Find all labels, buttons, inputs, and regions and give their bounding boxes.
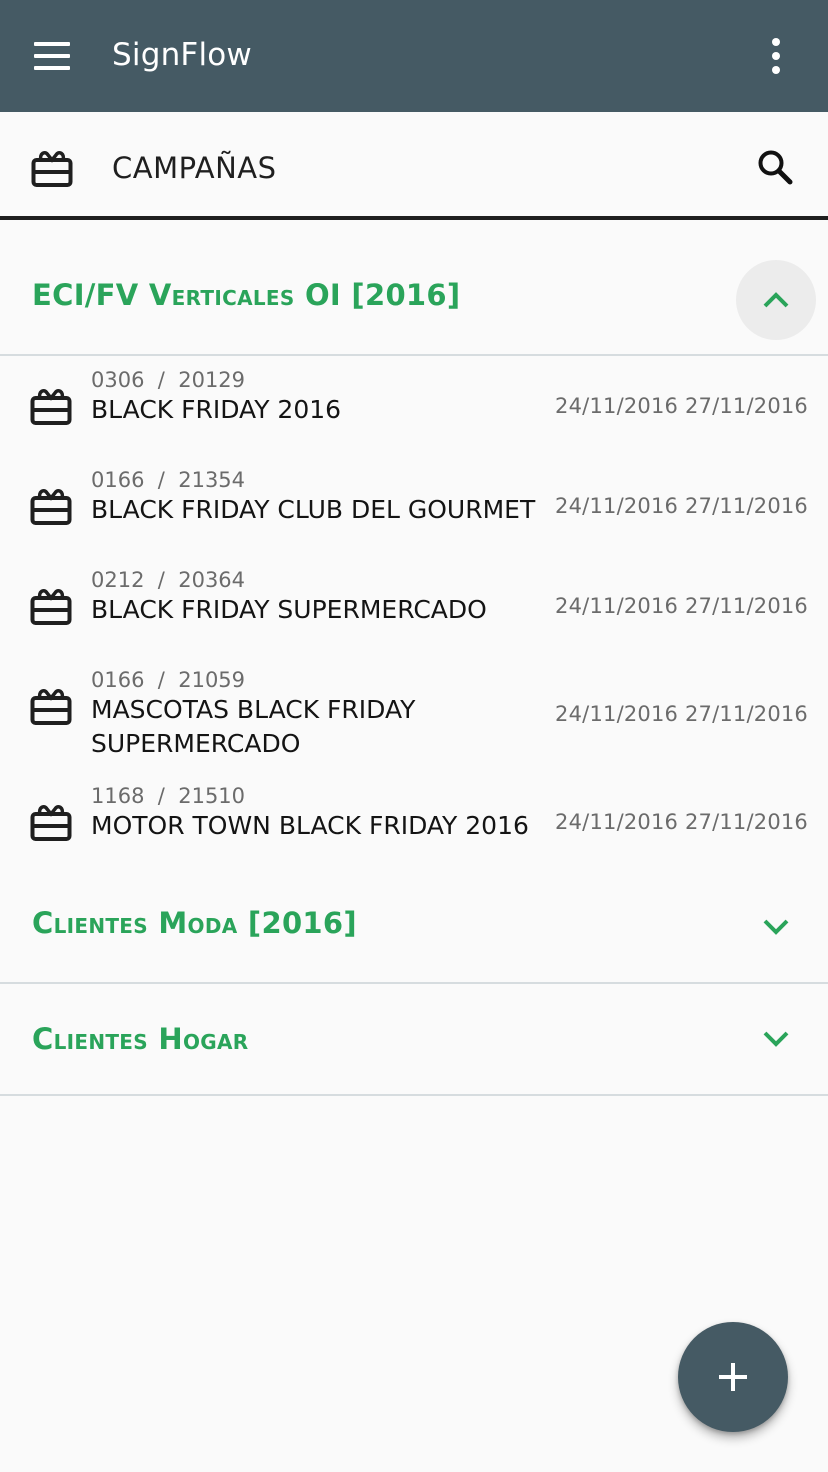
item-code: 0166 / 21059 <box>91 668 246 692</box>
item-code: 0166 / 21354 <box>91 468 246 492</box>
app-title: SignFlow <box>112 37 252 73</box>
menu-button[interactable] <box>22 28 82 84</box>
item-name: MOTOR TOWN BLACK FRIDAY 2016 <box>91 811 529 840</box>
group-header-clientes-moda[interactable]: Clientes Moda [2016] <box>0 872 828 984</box>
group-title: Clientes Hogar <box>32 1022 249 1056</box>
expand-button[interactable] <box>736 886 816 966</box>
chevron-down-icon <box>763 919 789 935</box>
expand-button[interactable] <box>736 998 816 1078</box>
menu-icon <box>34 42 70 46</box>
list-item[interactable]: 0212 / 20364 BLACK FRIDAY SUPERMERCADO 2… <box>0 556 828 656</box>
group-title: Clientes Moda [2016] <box>32 906 357 940</box>
list-item[interactable]: 0306 / 20129 BLACK FRIDAY 2016 24/11/201… <box>0 356 828 456</box>
section-header: CAMPAÑAS <box>0 112 828 220</box>
app-bar: SignFlow <box>0 0 828 112</box>
item-code: 1168 / 21510 <box>91 784 246 808</box>
search-icon[interactable] <box>754 146 798 190</box>
chevron-up-icon <box>763 292 789 308</box>
item-dates: 24/11/2016 27/11/2016 <box>555 810 808 834</box>
campaign-icon <box>30 805 72 841</box>
item-dates: 24/11/2016 27/11/2016 <box>555 494 808 518</box>
list-item[interactable]: 0166 / 21059 MASCOTAS BLACK FRIDAY SUPER… <box>0 656 828 772</box>
campaign-icon <box>31 151 73 187</box>
item-code: 0306 / 20129 <box>91 368 246 392</box>
item-name: MASCOTAS BLACK FRIDAY SUPERMERCADO <box>91 695 416 758</box>
item-name: BLACK FRIDAY CLUB DEL GOURMET <box>91 495 536 524</box>
campaign-icon <box>30 589 72 625</box>
campaign-icon <box>30 689 72 725</box>
campaign-icon <box>30 389 72 425</box>
chevron-down-icon <box>763 1031 789 1047</box>
item-dates: 24/11/2016 27/11/2016 <box>555 394 808 418</box>
add-fab-button[interactable] <box>678 1322 788 1432</box>
group-header-clientes-hogar[interactable]: Clientes Hogar <box>0 984 828 1096</box>
group-header-eci-fv[interactable]: ECI/FV Verticales OI [2016] <box>0 224 828 356</box>
group-title: ECI/FV Verticales OI [2016] <box>32 278 461 312</box>
item-dates: 24/11/2016 27/11/2016 <box>555 702 808 726</box>
more-vertical-icon <box>772 38 780 46</box>
more-options-button[interactable] <box>754 36 798 76</box>
item-dates: 24/11/2016 27/11/2016 <box>555 594 808 618</box>
item-name: BLACK FRIDAY 2016 <box>91 395 342 424</box>
item-code: 0212 / 20364 <box>91 568 246 592</box>
item-name: BLACK FRIDAY SUPERMERCADO <box>91 595 487 624</box>
section-title: CAMPAÑAS <box>112 151 277 185</box>
collapse-button[interactable] <box>736 260 816 340</box>
list-item[interactable]: 0166 / 21354 BLACK FRIDAY CLUB DEL GOURM… <box>0 456 828 556</box>
add-icon <box>719 1363 747 1391</box>
list-item[interactable]: 1168 / 21510 MOTOR TOWN BLACK FRIDAY 201… <box>0 772 828 872</box>
campaign-icon <box>30 489 72 525</box>
